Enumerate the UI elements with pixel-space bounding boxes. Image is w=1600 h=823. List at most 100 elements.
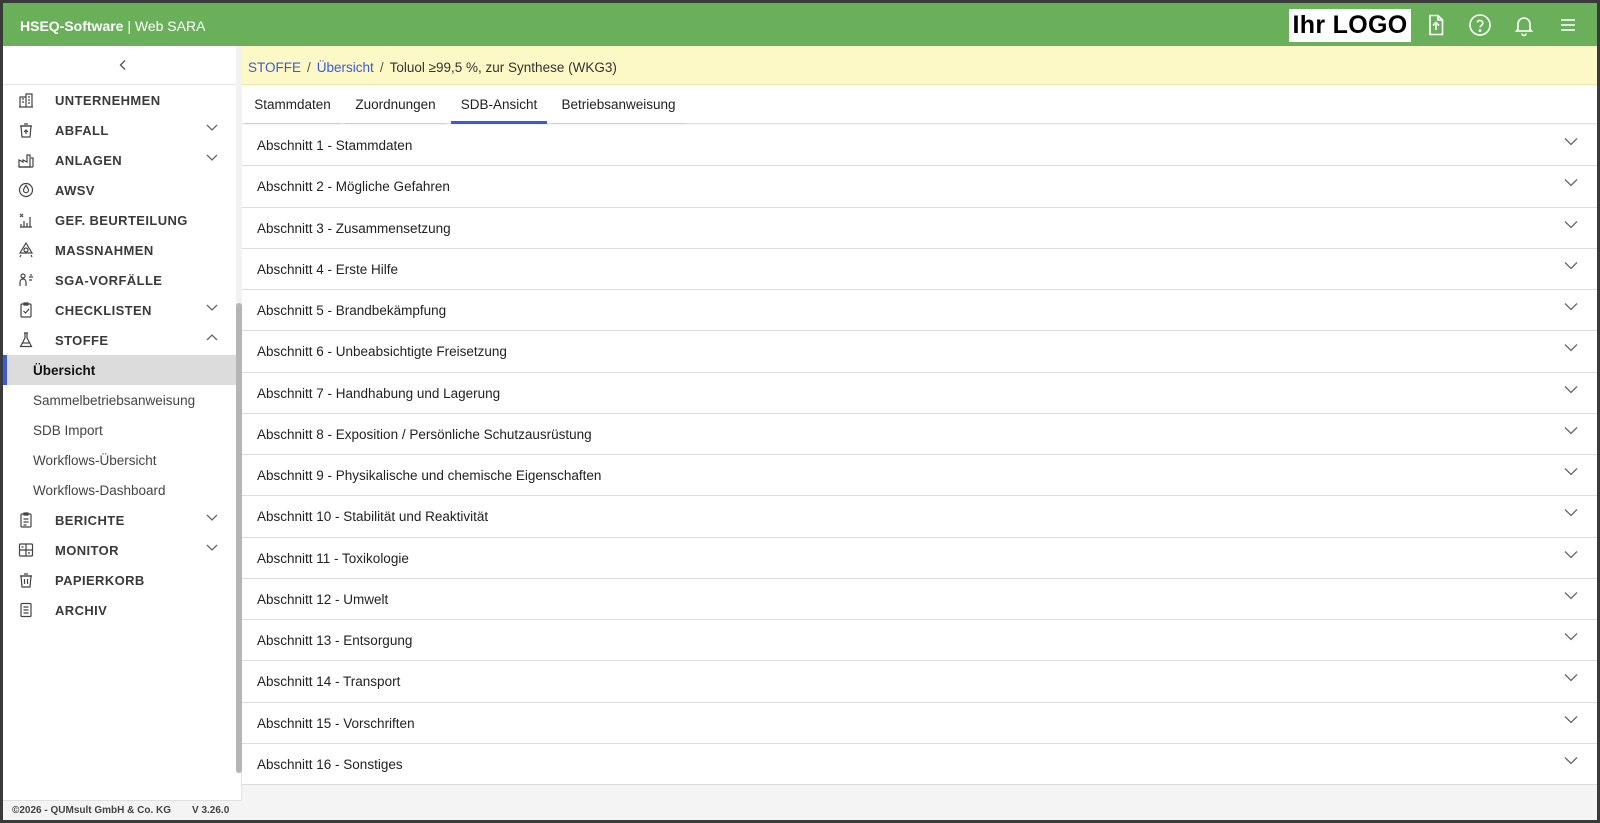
sidebar-item-label: GEF. BEURTEILUNG [55, 213, 188, 228]
sdb-section-header[interactable]: Abschnitt 14 - Transport [242, 661, 1597, 703]
sidebar-item-awsv[interactable]: AWSV [3, 175, 241, 205]
sidebar-item-label: ARCHIV [55, 603, 108, 618]
building-icon [17, 91, 35, 109]
sdb-section-title: Abschnitt 15 - Vorschriften [257, 715, 415, 731]
copyright-text: ©2026 - QUMsult GmbH & Co. KG [12, 805, 172, 816]
chevron-down-icon [1564, 509, 1578, 517]
sdb-section-header[interactable]: Abschnitt 11 - Toxikologie [242, 538, 1597, 579]
breadcrumb-link-stoffe[interactable]: STOFFE [248, 60, 301, 75]
tab-sdb-ansicht[interactable]: SDB-Ansicht [451, 85, 547, 124]
upload-file-icon[interactable] [1424, 13, 1448, 37]
menu-icon[interactable] [1556, 13, 1580, 37]
chevron-down-icon [206, 544, 218, 551]
sidebar-item-abfall[interactable]: ABFALL [3, 115, 241, 145]
sdb-section-header[interactable]: Abschnitt 13 - Entsorgung [242, 620, 1597, 662]
chevron-down-icon [1564, 633, 1578, 641]
chevron-down-icon [206, 154, 218, 161]
sidebar-item-monitor[interactable]: MONITOR [3, 535, 241, 565]
sidebar-item-label: ABFALL [55, 123, 109, 138]
breadcrumb: STOFFE / Übersicht / Toluol ≥99,5 %, zur Syn… [242, 46, 1597, 85]
sdb-section-title: Abschnitt 5 - Brandbekämpfung [257, 303, 447, 318]
monitor-icon [17, 541, 35, 559]
sidebar-item-unternehmen[interactable]: UNTERNEHMEN [3, 85, 241, 115]
sdb-section-title: Abschnitt 12 - Umwelt [257, 591, 389, 607]
chevron-down-icon [1564, 138, 1578, 146]
chevron-down-icon [206, 124, 218, 131]
water-drop-icon [17, 181, 35, 199]
incident-icon [17, 271, 35, 289]
sidebar: UNTERNEHMEN ABFALL ANLAGEN AWSV GEF. BEURTEI… [3, 46, 242, 800]
trash-icon [17, 571, 35, 589]
sdb-section-title: Abschnitt 10 - Stabilität und Reaktivitä… [257, 509, 489, 525]
chevron-down-icon [1564, 591, 1578, 600]
sdb-section-header[interactable]: Abschnitt 15 - Vorschriften [242, 703, 1597, 744]
sidebar-item-stoffe[interactable]: STOFFE [3, 325, 241, 355]
sdb-section-title: Abschnitt 9 - Physikalische und chemisch… [257, 468, 602, 483]
sdb-section-title: Abschnitt 11 - Toxikologie [257, 550, 409, 566]
sdb-section-header[interactable]: Abschnitt 5 - Brandbekämpfung [242, 290, 1597, 332]
sidebar-subitem[interactable]: Übersicht [3, 355, 241, 385]
sdb-section-header[interactable]: Abschnitt 12 - Umwelt [242, 579, 1597, 620]
bell-icon[interactable] [1512, 13, 1536, 37]
sdb-section-list: Abschnitt 1 - Stammdaten Abschnitt 2 - Mö… [242, 125, 1597, 785]
sidebar-item-checklisten[interactable]: CHECKLISTEN [3, 295, 241, 325]
top-bar: HSEQ-Software | Web SARA Ihr LOGO [3, 3, 1597, 46]
sidebar-subitem[interactable]: SDB Import [3, 415, 241, 445]
sdb-section-header[interactable]: Abschnitt 1 - Stammdaten [242, 125, 1597, 167]
sdb-section-title: Abschnitt 3 - Zusammensetzung [257, 220, 451, 236]
sidebar-item-massnahmen[interactable]: MASSNAHMEN [3, 235, 241, 265]
sidebar-subitem[interactable]: Workflows-Übersicht [3, 445, 241, 475]
chevron-down-icon [1564, 261, 1578, 270]
chevron-down-icon [1564, 303, 1578, 311]
tab-zuordnungen[interactable]: Zuordnungen [345, 85, 446, 124]
tab-stammdaten[interactable]: Stammdaten [245, 85, 340, 124]
sdb-section-header[interactable]: Abschnitt 10 - Stabilität und Reaktivitä… [242, 496, 1597, 538]
chevron-down-icon [1564, 468, 1578, 476]
sidebar-subitem-label: Workflows-Übersicht [33, 453, 157, 468]
sidebar-item-berichte[interactable]: BERICHTE [3, 505, 241, 535]
sdb-section-header[interactable]: Abschnitt 8 - Exposition / Persönliche S… [242, 414, 1597, 455]
sidebar-item-gef-beurteilung[interactable]: GEF. BEURTEILUNG [3, 205, 241, 235]
tab-betriebsanweisung[interactable]: Betriebsanweisung [552, 85, 685, 124]
chevron-down-icon [1564, 344, 1578, 352]
breadcrumb-link-uebersicht[interactable]: Übersicht [317, 60, 374, 75]
app-window: HSEQ-Software | Web SARA Ihr LOGO UNTERN… [3, 3, 1597, 820]
sidebar-item-papierkorb[interactable]: PAPIERKORB [3, 565, 241, 595]
chevron-down-icon [1564, 756, 1578, 765]
sidebar-item-anlagen[interactable]: ANLAGEN [3, 145, 241, 175]
sidebar-item-label: PAPIERKORB [55, 573, 145, 588]
sidebar-item-label: CHECKLISTEN [55, 303, 152, 318]
clipboard-check-icon [17, 301, 35, 319]
sdb-section-title: Abschnitt 14 - Transport [257, 674, 401, 690]
sdb-section-header[interactable]: Abschnitt 7 - Handhabung und Lagerung [242, 373, 1597, 414]
help-icon[interactable] [1468, 13, 1492, 37]
sidebar-subitem[interactable]: Workflows-Dashboard [3, 475, 241, 505]
sidebar-item-label: SGA-VORFÄLLE [55, 273, 163, 288]
sidebar-item-label: AWSV [55, 183, 95, 198]
sidebar-subitem[interactable]: Sammelbetriebsanweisung [3, 385, 241, 415]
sidebar-item-archiv[interactable]: ARCHIV [3, 595, 241, 625]
tab-bar: Stammdaten Zuordnungen SDB-Ansicht Betri… [242, 85, 1597, 124]
sdb-section-header[interactable]: Abschnitt 16 - Sonstiges [242, 744, 1597, 785]
sidebar-item-sga-vorfälle[interactable]: SGA-VORFÄLLE [3, 265, 241, 295]
sdb-section-header[interactable]: Abschnitt 4 - Erste Hilfe [242, 249, 1597, 290]
sidebar-item-label: STOFFE [55, 333, 109, 348]
chevron-down-icon [206, 514, 218, 521]
sidebar-item-label: MONITOR [55, 543, 119, 558]
breadcrumb-separator: / [307, 60, 311, 75]
sdb-section-header[interactable]: Abschnitt 6 - Unbeabsichtigte Freisetzun… [242, 331, 1597, 373]
version-text: V 3.26.0 [192, 805, 230, 816]
sdb-section-header[interactable]: Abschnitt 2 - Mögliche Gefahren [242, 166, 1597, 208]
flask-icon [17, 331, 35, 349]
sidebar-collapse-button[interactable] [3, 46, 241, 85]
sdb-section-header[interactable]: Abschnitt 3 - Zusammensetzung [242, 208, 1597, 249]
sdb-section-title: Abschnitt 13 - Entsorgung [257, 633, 413, 648]
sidebar-item-label: UNTERNEHMEN [55, 93, 161, 108]
sdb-section-title: Abschnitt 8 - Exposition / Persönliche S… [257, 426, 592, 442]
sidebar-item-label: MASSNAHMEN [55, 243, 154, 258]
chevron-left-icon [119, 60, 126, 70]
sdb-section-header[interactable]: Abschnitt 9 - Physikalische und chemisch… [242, 455, 1597, 497]
sidebar-subitem-label: Sammelbetriebsanweisung [33, 393, 196, 408]
report-icon [17, 511, 35, 529]
sidebar-subitem-label: Workflows-Dashboard [33, 483, 166, 498]
